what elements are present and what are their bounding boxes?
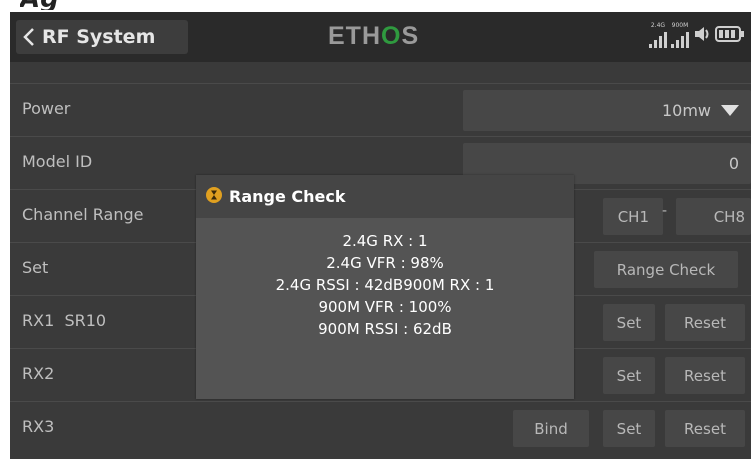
rx1-receiver: SR10 — [64, 311, 107, 330]
rx3-bind-button[interactable]: Bind — [513, 410, 589, 447]
set-label: Set — [22, 258, 49, 277]
model-id-value: 0 — [728, 154, 739, 173]
rx2-label: RX2 — [22, 364, 55, 383]
channel-range-separator: - — [662, 203, 668, 219]
volume-icon — [693, 24, 711, 48]
page-title: RF System — [42, 26, 156, 48]
rx3-label: RX3 — [22, 417, 55, 436]
signal-900m-icon: 900M — [671, 22, 689, 48]
power-value: 10mw — [661, 101, 711, 120]
channel-range-label: Channel Range — [22, 205, 144, 224]
rx-2g4-line: 2.4G RX : 1 — [342, 232, 428, 250]
chevron-left-icon — [16, 27, 42, 47]
cropped-heading-fragment: Ag — [20, 0, 64, 10]
rssi-900m-line: 900M RSSI : 62dB — [318, 320, 452, 338]
range-check-button[interactable]: Range Check — [594, 251, 738, 288]
power-select[interactable]: 10mw — [463, 90, 751, 131]
range-check-dialog: Range Check 2.4G RX : 1 2.4G VFR : 98% 2… — [196, 175, 574, 399]
power-label: Power — [22, 99, 71, 118]
chevron-down-icon — [721, 105, 739, 116]
battery-icon — [715, 24, 745, 48]
top-bar: RF System ETHOS 2.4G 900M — [10, 12, 751, 62]
rx3-reset-button[interactable]: Reset — [665, 410, 745, 447]
rx2-set-button[interactable]: Set — [603, 357, 655, 394]
dialog-title: Range Check — [229, 187, 346, 206]
rx1-reset-button[interactable]: Reset — [665, 304, 745, 341]
dialog-body: 2.4G RX : 1 2.4G VFR : 98% 2.4G RSSI : 4… — [196, 218, 574, 340]
rssi-2g4-line: 2.4G RSSI : 42dB900M RX : 1 — [275, 276, 495, 294]
back-button[interactable]: RF System — [16, 20, 188, 54]
signal-2g4-icon: 2.4G — [649, 22, 667, 48]
ethos-logo: ETHOS — [328, 22, 420, 50]
status-icons: 2.4G 900M — [649, 18, 745, 48]
radio-screen: RF System ETHOS 2.4G 900M Power 10mw Mod… — [10, 12, 751, 459]
vfr-900m-line: 900M VFR : 100% — [318, 298, 452, 316]
rx2-reset-button[interactable]: Reset — [665, 357, 745, 394]
row-rx3: RX3 Bind Set Reset — [10, 401, 751, 454]
hourglass-icon — [206, 186, 222, 207]
model-id-label: Model ID — [22, 152, 93, 171]
channel-start-field[interactable]: CH1 — [603, 198, 663, 235]
vfr-2g4-line: 2.4G VFR : 98% — [326, 254, 444, 272]
row-power: Power 10mw — [10, 83, 751, 136]
channel-end-field[interactable]: CH8 — [676, 198, 751, 235]
rx1-label: RX1 SR10 — [22, 311, 107, 330]
dialog-header: Range Check — [196, 175, 574, 218]
rx3-set-button[interactable]: Set — [603, 410, 655, 447]
rx1-set-button[interactable]: Set — [603, 304, 655, 341]
